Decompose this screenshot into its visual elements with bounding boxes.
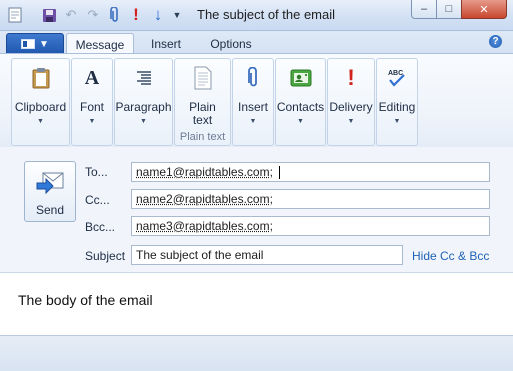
plain-text-caption: Plain text <box>175 131 230 143</box>
font-label: Font <box>80 101 104 114</box>
text-caret <box>279 166 280 179</box>
bcc-field[interactable]: name3@rapidtables.com; <box>131 216 490 236</box>
chevron-down-icon: ▼ <box>37 118 44 125</box>
bcc-address: name3@rapidtables.com; <box>136 219 273 233</box>
minimize-button[interactable]: – <box>411 0 437 19</box>
insert-group[interactable]: Insert ▼ <box>232 58 274 146</box>
insert-label: Insert <box>238 101 268 114</box>
importance-high-icon[interactable]: ! <box>128 6 144 24</box>
chevron-down-icon: ▼ <box>89 118 96 125</box>
send-icon <box>35 169 65 197</box>
tab-options[interactable]: Options <box>202 34 260 53</box>
contacts-icon <box>288 65 314 91</box>
send-label: Send <box>36 203 64 217</box>
bcc-button[interactable]: Bcc... <box>85 220 115 234</box>
subject-field[interactable]: The subject of the email <box>131 245 403 265</box>
save-icon[interactable] <box>40 6 58 24</box>
paragraph-label: Paragraph <box>115 101 171 114</box>
status-bar <box>0 335 513 371</box>
font-group[interactable]: A Font ▼ <box>71 58 113 146</box>
chevron-down-icon: ▼ <box>250 118 257 125</box>
editing-group[interactable]: ABC Editing ▼ <box>376 58 418 146</box>
body-text: The body of the email <box>18 292 153 308</box>
importance-low-icon[interactable]: ↓ <box>150 6 166 24</box>
hide-cc-bcc-link[interactable]: Hide Cc & Bcc <box>412 249 489 263</box>
close-button[interactable]: ✕ <box>461 0 507 19</box>
attach-icon[interactable] <box>106 6 124 24</box>
to-address: name1@rapidtables.com; <box>136 165 273 179</box>
window-title: The subject of the email <box>197 7 335 22</box>
title-bar: ↶ ↷ ! ↓ ▼ The subject of the email – □ ✕ <box>0 0 513 31</box>
cc-address: name2@rapidtables.com; <box>136 192 273 206</box>
tab-message[interactable]: Message <box>66 33 134 55</box>
file-menu-icon <box>21 39 35 49</box>
contacts-group[interactable]: Contacts ▼ <box>275 58 326 146</box>
file-menu-button[interactable]: ▼ <box>6 33 64 55</box>
maximize-button[interactable]: □ <box>436 0 462 19</box>
chevron-down-icon: ▼ <box>140 118 147 125</box>
ribbon-tab-row: ▼ Message Insert Options ? <box>0 31 513 53</box>
spellcheck-icon: ABC <box>384 65 410 91</box>
plain-text-button[interactable]: Plain text <box>175 61 230 127</box>
to-field[interactable]: name1@rapidtables.com; <box>131 162 490 182</box>
plain-text-group: Plain text Plain text <box>174 58 231 146</box>
paragraph-icon <box>131 65 157 91</box>
send-button[interactable]: Send <box>24 161 76 222</box>
paperclip-icon <box>240 65 266 91</box>
chevron-down-icon: ▼ <box>348 118 355 125</box>
undo-icon[interactable]: ↶ <box>62 6 80 24</box>
message-header: Send To... name1@rapidtables.com; Cc... … <box>0 147 513 273</box>
message-body[interactable]: The body of the email <box>0 273 513 335</box>
plain-text-label: Plain text <box>183 101 223 127</box>
clipboard-group[interactable]: Clipboard ▼ <box>11 58 70 146</box>
clipboard-icon <box>28 65 54 91</box>
delivery-group[interactable]: ! Delivery ▼ <box>327 58 375 146</box>
paragraph-group[interactable]: Paragraph ▼ <box>114 58 173 146</box>
contacts-label: Contacts <box>277 101 324 114</box>
delivery-label: Delivery <box>329 101 372 114</box>
document-icon <box>190 65 216 91</box>
subject-text: The subject of the email <box>136 248 263 262</box>
to-button[interactable]: To... <box>85 165 108 179</box>
svg-text:ABC: ABC <box>388 70 403 77</box>
customize-dropdown-icon[interactable]: ▼ <box>171 6 183 24</box>
chevron-down-icon: ▼ <box>297 118 304 125</box>
app-icon[interactable] <box>6 6 24 24</box>
help-icon[interactable]: ? <box>489 35 502 48</box>
cc-button[interactable]: Cc... <box>85 193 110 207</box>
redo-icon[interactable]: ↷ <box>84 6 102 24</box>
font-icon: A <box>79 65 105 91</box>
chevron-down-icon: ▼ <box>39 39 49 50</box>
clipboard-label: Clipboard <box>15 101 66 114</box>
ribbon: Clipboard ▼ A Font ▼ Paragraph ▼ Plain t… <box>0 53 513 148</box>
chevron-down-icon: ▼ <box>394 118 401 125</box>
subject-label: Subject <box>85 249 125 263</box>
importance-icon: ! <box>338 65 364 91</box>
tab-insert[interactable]: Insert <box>141 34 191 53</box>
cc-field[interactable]: name2@rapidtables.com; <box>131 189 490 209</box>
editing-label: Editing <box>379 101 416 114</box>
